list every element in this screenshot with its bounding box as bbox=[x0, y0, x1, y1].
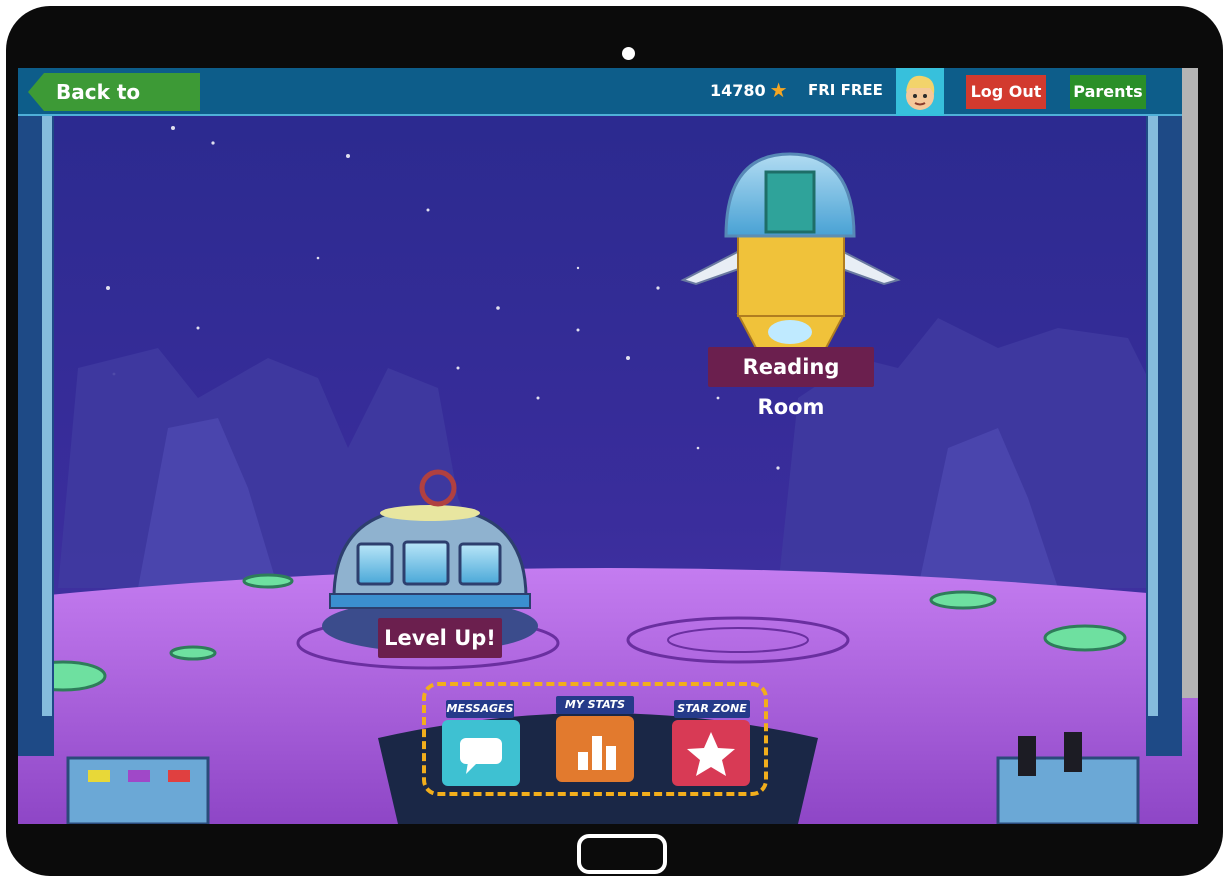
logout-button[interactable]: Log Out bbox=[966, 75, 1046, 109]
plan-label: FRI FREE bbox=[808, 81, 883, 99]
points-value: 14780 bbox=[710, 80, 766, 100]
level-up-button[interactable]: Level Up! bbox=[378, 618, 502, 658]
points-display: 14780 ★ bbox=[710, 80, 788, 100]
avatar[interactable] bbox=[896, 68, 944, 116]
parents-button[interactable]: Parents bbox=[1070, 75, 1146, 109]
device-home-button[interactable] bbox=[577, 834, 667, 874]
camera-dot bbox=[622, 47, 635, 60]
star-icon: ★ bbox=[769, 78, 788, 102]
highlight-outline bbox=[422, 682, 768, 796]
reading-room-button[interactable]: Reading Room bbox=[708, 347, 874, 419]
scrollbar[interactable] bbox=[1182, 68, 1198, 698]
back-to-home-button[interactable]: Back to Home bbox=[28, 73, 200, 111]
game-screen: Back to Home 14780 ★ FRI FREE Log Out Pa… bbox=[18, 68, 1198, 824]
top-bar: Back to Home 14780 ★ FRI FREE Log Out Pa… bbox=[18, 68, 1182, 116]
